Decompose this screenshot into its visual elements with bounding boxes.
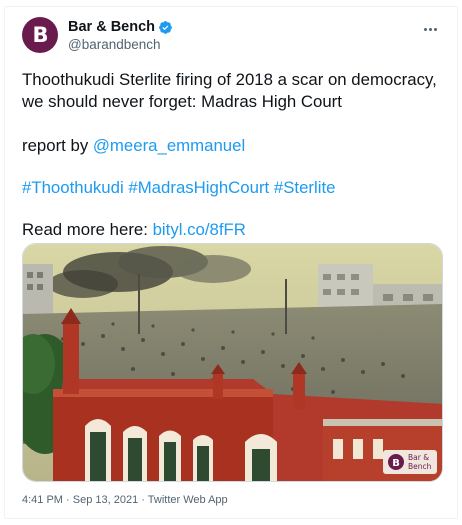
tweet-timestamp[interactable]: 4:41 PM · Sep 13, 2021 · Twitter Web App: [22, 494, 228, 506]
report-prefix: report by: [22, 136, 93, 155]
hashtag-link[interactable]: #MadrasHighCourt: [128, 178, 269, 197]
hashtag-link[interactable]: #Thoothukudi: [22, 178, 124, 197]
report-line: report by @meera_emmanuel: [22, 135, 245, 157]
more-horizontal-icon[interactable]: [418, 17, 442, 41]
read-more-prefix: Read more here:: [22, 220, 153, 239]
read-more-link[interactable]: bityl.co/8fFR: [153, 220, 246, 239]
verified-badge-icon: [159, 20, 172, 34]
hashtags-line: #Thoothukudi #MadrasHighCourt #Sterlite: [22, 177, 335, 199]
svg-text:B: B: [392, 458, 400, 469]
tweet-header: B Bar & Bench @barandbench: [22, 17, 442, 65]
watermark-line1: Bar &: [408, 453, 429, 462]
avatar[interactable]: B: [22, 17, 58, 53]
name-row: Bar & Bench: [68, 19, 173, 35]
mention-link[interactable]: @meera_emmanuel: [93, 136, 245, 155]
author-handle[interactable]: @barandbench: [68, 37, 161, 52]
display-name[interactable]: Bar & Bench: [68, 19, 155, 35]
watermark-line2: Bench: [408, 462, 432, 471]
read-more-line: Read more here: bityl.co/8fFR: [22, 219, 246, 241]
tweet-card: B Bar & Bench @barandbench Thoothukudi S…: [4, 6, 458, 519]
avatar-letter: B: [32, 23, 48, 47]
tweet-headline: Thoothukudi Sterlite firing of 2018 a sc…: [22, 70, 437, 111]
tweet-media-image[interactable]: B Bar & Bench: [22, 243, 443, 482]
hashtag-link[interactable]: #Sterlite: [274, 178, 336, 197]
media-illustration: B Bar & Bench: [23, 244, 442, 481]
